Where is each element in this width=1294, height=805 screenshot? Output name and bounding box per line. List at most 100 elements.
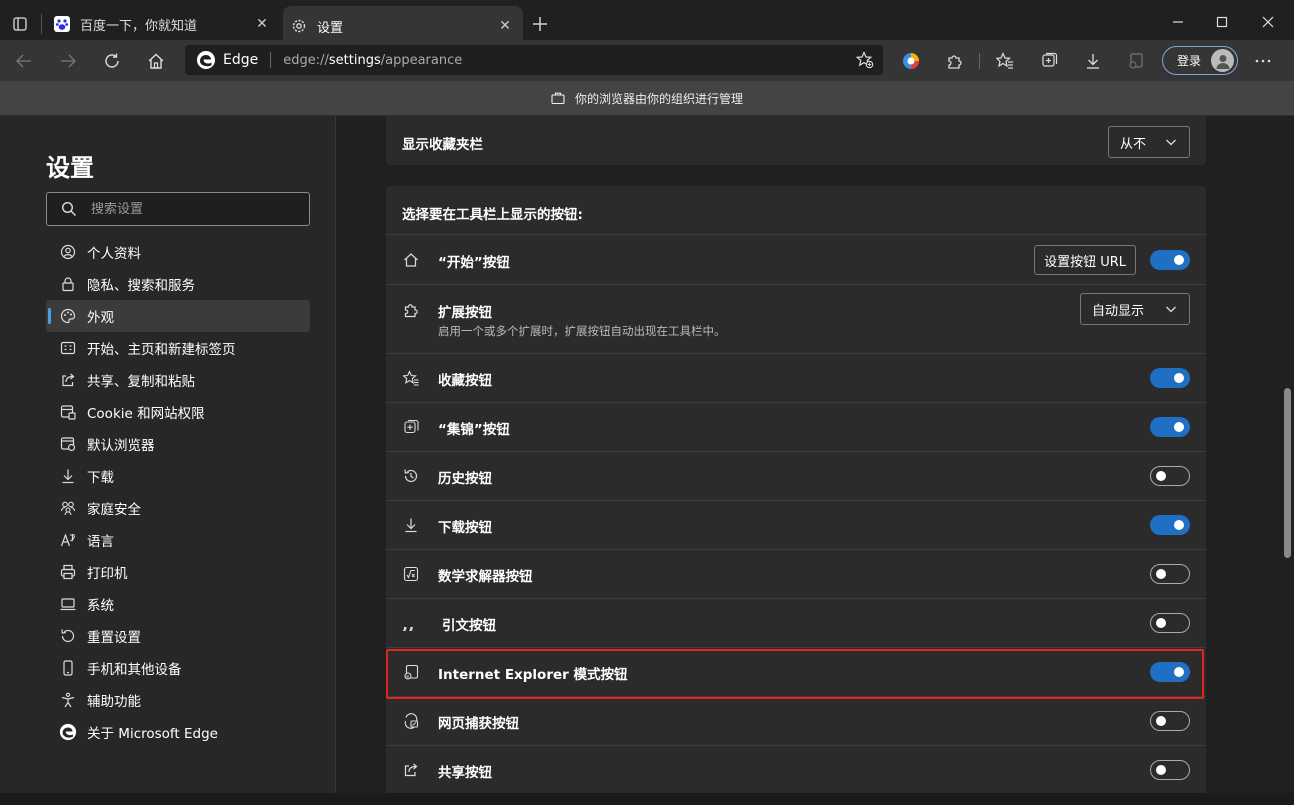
history-button-toggle[interactable]	[1150, 466, 1190, 486]
favorites-bar-card: 显示收藏夹栏 从不	[386, 116, 1206, 165]
math-solver-button-toggle[interactable]	[1150, 564, 1190, 584]
close-window-button[interactable]	[1245, 8, 1291, 36]
sidebar-item-reset[interactable]: 重置设置	[46, 620, 310, 652]
button-label: 设置按钮 URL	[1044, 254, 1126, 270]
set-button-url-button[interactable]: 设置按钮 URL	[1034, 245, 1136, 275]
extensions-icon	[402, 301, 420, 319]
system-icon	[59, 595, 77, 613]
sign-in-label: 登录	[1177, 54, 1202, 68]
downloads-button[interactable]	[1078, 46, 1108, 76]
scrollbar-thumb[interactable]	[1284, 388, 1291, 558]
extensions-dropdown[interactable]: 自动显示	[1080, 293, 1190, 325]
share-button-toggle[interactable]	[1150, 760, 1190, 780]
citation-button-toggle[interactable]	[1150, 613, 1190, 633]
sidebar-item-start-page[interactable]: 开始、主页和新建标签页	[46, 332, 310, 364]
sidebar-item-default-browser[interactable]: 默认浏览器	[46, 428, 310, 460]
colorful-extension-icon	[903, 53, 919, 69]
home-button-toggle[interactable]	[1150, 250, 1190, 270]
page-title: 设置	[46, 154, 94, 182]
gear-icon	[291, 18, 307, 34]
sidebar-item-about[interactable]: 关于 Microsoft Edge	[46, 716, 310, 748]
row-download-button: 下载按钮	[386, 500, 1206, 549]
toolbar-separator	[979, 53, 980, 69]
chevron-down-icon	[1166, 139, 1176, 146]
refresh-button[interactable]	[97, 46, 127, 76]
sidebar-item-label: 共享、复制和粘贴	[87, 374, 195, 390]
profile-extension-button[interactable]	[896, 46, 926, 76]
avatar	[1211, 49, 1234, 72]
download-button-toggle[interactable]	[1150, 515, 1190, 535]
family-icon	[59, 499, 77, 517]
reset-icon	[59, 627, 77, 645]
url-scheme: edge://	[283, 52, 329, 68]
ie-mode-row-highlight	[386, 649, 1204, 699]
settings-sidebar: 设置 个人资料 隐私、搜索和服务 外观 开始、主页和新建标签页 共享、复制和粘贴…	[0, 116, 336, 793]
home-button[interactable]	[141, 46, 171, 76]
settings-more-button[interactable]	[1248, 46, 1278, 76]
url-text: edge://settings/appearance	[283, 53, 462, 68]
sidebar-item-privacy[interactable]: 隐私、搜索和服务	[46, 268, 310, 300]
language-icon	[59, 531, 77, 549]
star-add-icon	[856, 51, 874, 69]
download-icon	[402, 516, 420, 534]
collections-button-toggle[interactable]	[1150, 417, 1190, 437]
sidebar-item-label: 开始、主页和新建标签页	[87, 342, 236, 358]
sidebar-item-profile[interactable]: 个人资料	[46, 236, 310, 268]
sidebar-item-cookies[interactable]: Cookie 和网站权限	[46, 396, 310, 428]
sidebar-item-appearance[interactable]: 外观	[46, 300, 310, 332]
arrow-left-icon	[16, 54, 31, 68]
back-button[interactable]	[9, 46, 39, 76]
page-scrollbar[interactable]	[1282, 116, 1294, 793]
row-math-solver-button: 数学求解器按钮	[386, 549, 1206, 598]
minimize-icon	[1173, 21, 1183, 23]
search-icon	[61, 201, 76, 216]
tab-baidu[interactable]: 百度一下，你就知道 ✕	[46, 6, 280, 42]
share-icon	[59, 371, 77, 389]
add-favorite-button[interactable]	[855, 50, 875, 70]
row-label: 下载按钮	[438, 520, 492, 536]
sidebar-item-accessibility[interactable]: 辅助功能	[46, 684, 310, 716]
sidebar-item-language[interactable]: 语言	[46, 524, 310, 556]
favorites-bar-dropdown[interactable]: 从不	[1108, 126, 1190, 158]
sidebar-item-phone[interactable]: 手机和其他设备	[46, 652, 310, 684]
svg-text:,,: ,,	[402, 615, 415, 631]
sidebar-item-label: 手机和其他设备	[87, 662, 182, 678]
new-tab-button[interactable]	[528, 12, 552, 36]
settings-content: 显示收藏夹栏 从不 选择要在工具栏上显示的按钮: “开始”按钮 设置按钮 URL…	[337, 116, 1282, 793]
row-label: 扩展按钮	[438, 305, 492, 321]
address-bar[interactable]: Edge edge://settings/appearance	[185, 45, 883, 75]
tab-actions-button[interactable]	[6, 10, 34, 38]
history-icon	[402, 467, 420, 485]
tab-title: 设置	[317, 20, 344, 36]
search-input[interactable]	[91, 201, 291, 217]
site-permissions-icon	[59, 403, 77, 421]
web-capture-button-toggle[interactable]	[1150, 711, 1190, 731]
sidebar-item-printers[interactable]: 打印机	[46, 556, 310, 588]
chevron-down-icon	[1166, 306, 1176, 313]
close-icon	[1262, 16, 1274, 28]
sidebar-item-downloads[interactable]: 下载	[46, 460, 310, 492]
search-box[interactable]	[46, 192, 310, 226]
edge-logo-icon	[197, 51, 215, 69]
sidebar-item-system[interactable]: 系统	[46, 588, 310, 620]
close-tab-icon[interactable]: ✕	[252, 14, 272, 34]
close-tab-icon[interactable]: ✕	[495, 16, 515, 36]
dropdown-value: 自动显示	[1092, 303, 1145, 319]
minimize-button[interactable]	[1155, 8, 1201, 36]
sign-in-button[interactable]: 登录	[1162, 46, 1238, 75]
edge-brand-label: Edge	[223, 52, 259, 68]
sidebar-item-label: 默认浏览器	[87, 438, 155, 454]
collections-button[interactable]	[1034, 46, 1064, 76]
row-history-button: 历史按钮	[386, 451, 1206, 500]
extensions-button[interactable]	[940, 46, 970, 76]
sidebar-item-family[interactable]: 家庭安全	[46, 492, 310, 524]
favorites-button-toggle[interactable]	[1150, 368, 1190, 388]
ie-mode-toolbar-button[interactable]	[1121, 46, 1151, 76]
download-icon	[1087, 54, 1099, 69]
maximize-button[interactable]	[1199, 8, 1245, 36]
forward-button[interactable]	[53, 46, 83, 76]
palette-icon	[59, 307, 77, 325]
favorites-button[interactable]	[990, 46, 1020, 76]
sidebar-item-label: 打印机	[87, 566, 128, 582]
sidebar-item-share[interactable]: 共享、复制和粘贴	[46, 364, 310, 396]
